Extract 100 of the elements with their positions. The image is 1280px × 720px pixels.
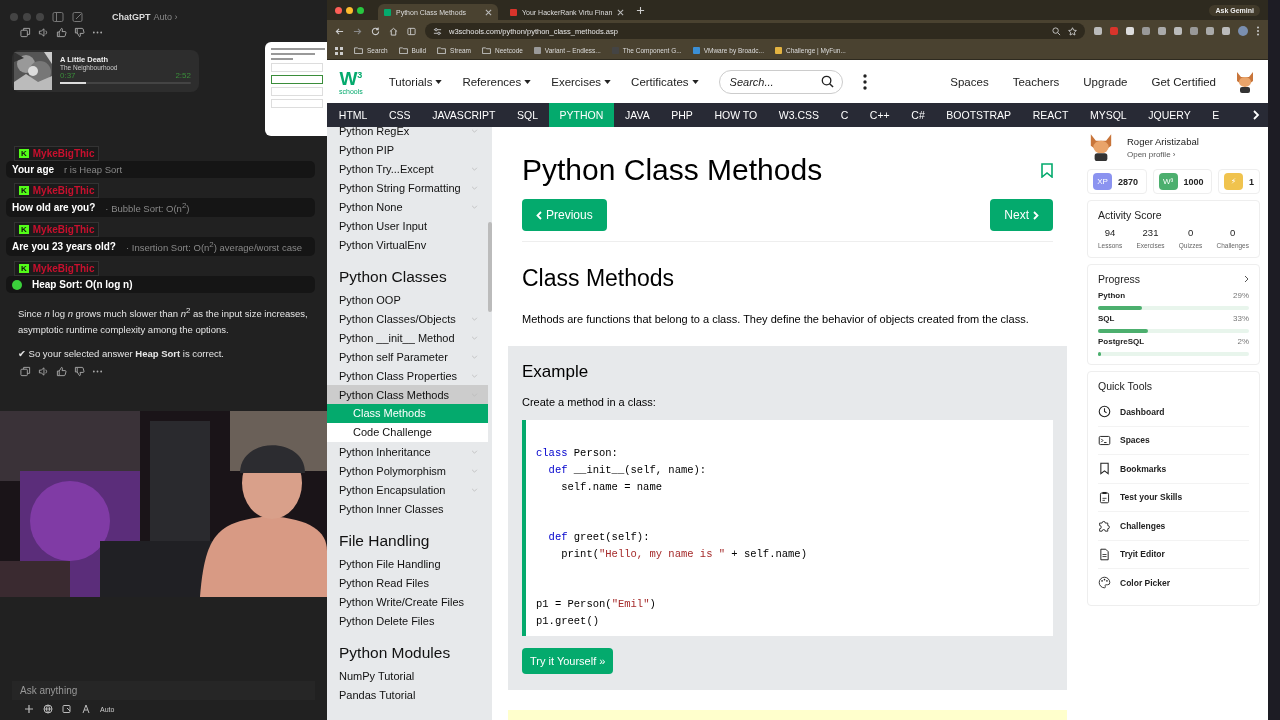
- speaker-icon[interactable]: [38, 366, 49, 378]
- code-line: class Person:: [536, 446, 619, 462]
- menu-icon[interactable]: [1256, 26, 1260, 36]
- tool-link[interactable]: Color Picker: [1098, 569, 1249, 597]
- topic-tab[interactable]: C#: [900, 103, 936, 127]
- apps-icon[interactable]: [335, 46, 343, 55]
- sidebar-item[interactable]: Python Inner Classes: [327, 499, 488, 518]
- window-dot[interactable]: [10, 13, 18, 21]
- window-dot[interactable]: [36, 13, 44, 21]
- model-selector[interactable]: Auto ›: [153, 12, 178, 22]
- nav-menu[interactable]: Tutorials: [388, 75, 443, 88]
- topic-tab[interactable]: JAVASCRIPT: [421, 103, 507, 127]
- pen-icon[interactable]: [81, 704, 91, 714]
- scrollbar-thumb[interactable]: [488, 222, 492, 312]
- sidebar-item[interactable]: Python Class Properties: [327, 366, 488, 385]
- topic-tab[interactable]: E: [1201, 103, 1231, 127]
- tool-link[interactable]: Dashboard: [1098, 398, 1249, 427]
- sidebar-item[interactable]: Python Read Files: [327, 573, 488, 592]
- sidebar-item[interactable]: Python Delete Files: [327, 611, 488, 630]
- sidebar-item[interactable]: Python Inheritance: [327, 442, 488, 461]
- nav-link[interactable]: Spaces: [950, 75, 989, 88]
- topic-tab[interactable]: CSS: [378, 103, 422, 127]
- sidebar-item[interactable]: Python PIP: [327, 140, 488, 159]
- bookmark-icon[interactable]: [1041, 162, 1053, 178]
- app-title[interactable]: ChatGPT: [112, 12, 151, 22]
- thumbs-down-icon[interactable]: [74, 27, 85, 38]
- sidebar-item[interactable]: Python Classes/Objects: [327, 309, 488, 328]
- sidebar-subitem[interactable]: Code Challenge: [327, 423, 488, 442]
- search-icon[interactable]: [820, 74, 834, 88]
- sidebar-item[interactable]: Python User Input: [327, 216, 488, 235]
- topic-tab[interactable]: PHP: [660, 103, 704, 127]
- tool-link[interactable]: Test your Skills: [1098, 483, 1249, 512]
- back-icon[interactable]: [335, 26, 344, 36]
- home-icon[interactable]: [389, 26, 398, 36]
- sidebar-item[interactable]: Python __init__ Method: [327, 328, 488, 347]
- search-field[interactable]: Search...: [718, 69, 843, 94]
- topic-tab[interactable]: HTML: [328, 103, 379, 127]
- side-panel-icon[interactable]: [407, 26, 416, 36]
- canvas-icon[interactable]: [62, 704, 72, 714]
- topic-tab[interactable]: HOW TO: [703, 103, 768, 127]
- nav-menu[interactable]: Certificates: [631, 75, 699, 88]
- sidebar-item[interactable]: Python None: [327, 197, 488, 216]
- tool-link[interactable]: Tryit Editor: [1098, 540, 1249, 569]
- close-icon[interactable]: [485, 8, 492, 16]
- topic-tab[interactable]: C++: [859, 103, 901, 127]
- profile-icon[interactable]: [1238, 26, 1248, 36]
- message-field[interactable]: Ask anything: [12, 681, 315, 700]
- topic-tab[interactable]: BOOTSTRAP: [935, 103, 1022, 127]
- globe-icon[interactable]: [43, 704, 53, 714]
- nav-link[interactable]: Get Certified: [1151, 75, 1216, 88]
- topic-tab[interactable]: W3.CSS: [768, 103, 830, 127]
- maximize-window-button[interactable]: [357, 6, 364, 14]
- copy-icon[interactable]: [20, 366, 31, 378]
- topic-tab[interactable]: JQUERY: [1137, 103, 1202, 127]
- sidebar-icon[interactable]: [52, 11, 64, 23]
- sidebar-item[interactable]: Python Try...Except: [327, 159, 488, 178]
- topic-tab[interactable]: MYSQL: [1079, 103, 1138, 127]
- plus-icon[interactable]: [24, 704, 34, 714]
- close-window-button[interactable]: [335, 6, 342, 14]
- nav-menu[interactable]: References: [462, 75, 532, 88]
- nav-menu[interactable]: Exercises: [551, 75, 612, 88]
- speaker-icon[interactable]: [38, 27, 49, 38]
- close-icon[interactable]: [617, 8, 625, 16]
- zoom-icon[interactable]: [1052, 26, 1061, 36]
- sidebar-item[interactable]: Python OOP: [327, 290, 488, 309]
- window-dot[interactable]: [23, 13, 31, 21]
- topic-tab[interactable]: JAVA: [614, 103, 661, 127]
- nav-link[interactable]: Teachers: [1012, 75, 1060, 88]
- topic-tab[interactable]: C: [829, 103, 860, 127]
- copy-icon[interactable]: [20, 27, 31, 38]
- sidebar-item[interactable]: Python VirtualEnv: [327, 235, 488, 254]
- sidebar-item[interactable]: Python Polymorphism: [327, 461, 488, 480]
- tool-link[interactable]: Challenges: [1098, 512, 1249, 541]
- thumbs-down-icon[interactable]: [74, 366, 85, 378]
- thumbs-up-icon[interactable]: [56, 366, 67, 378]
- new-tab-icon[interactable]: [636, 5, 646, 15]
- sidebar-item[interactable]: Python Encapsulation: [327, 480, 488, 499]
- forward-icon[interactable]: [353, 26, 362, 36]
- sidebar-item[interactable]: Python self Parameter: [327, 347, 488, 366]
- sidebar-item[interactable]: NumPy Tutorial: [327, 666, 488, 685]
- nav-link[interactable]: Upgrade: [1083, 75, 1128, 88]
- sidebar-item[interactable]: Python Write/Create Files: [327, 592, 488, 611]
- star-icon[interactable]: [1068, 26, 1077, 36]
- open-profile-link[interactable]: Open profile ›: [1127, 149, 1199, 159]
- reload-icon[interactable]: [371, 26, 380, 36]
- thumbs-up-icon[interactable]: [56, 27, 67, 38]
- compose-icon[interactable]: [72, 11, 84, 23]
- site-info-icon[interactable]: [433, 26, 442, 36]
- sidebar-item[interactable]: Python Class Methods: [327, 385, 488, 404]
- sidebar-item[interactable]: Python String Formatting: [327, 178, 488, 197]
- more-icon[interactable]: [862, 73, 867, 90]
- sidebar-item[interactable]: Pandas Tutorial: [327, 685, 488, 704]
- chevron-right-icon[interactable]: [1244, 275, 1249, 283]
- tool-link[interactable]: Bookmarks: [1098, 455, 1249, 484]
- minimize-window-button[interactable]: [346, 6, 353, 14]
- sidebar-item[interactable]: Python File Handling: [327, 554, 488, 573]
- topic-tab[interactable]: SQL: [506, 103, 549, 127]
- topic-tab[interactable]: REACT: [1021, 103, 1080, 127]
- tool-link[interactable]: Spaces: [1098, 426, 1249, 455]
- sidebar-item[interactable]: Python RegEx: [327, 127, 488, 140]
